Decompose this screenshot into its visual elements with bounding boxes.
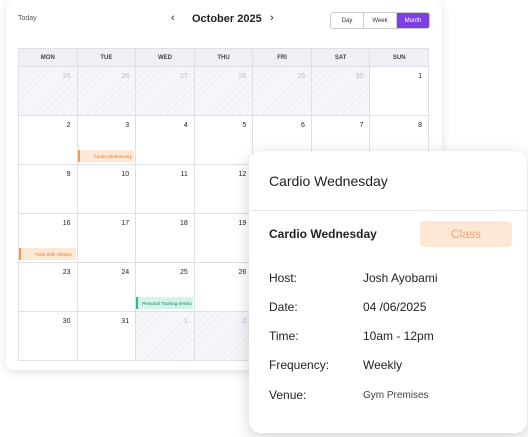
calendar-event[interactable]: Train With Oktilina bbox=[19, 248, 76, 260]
day-number: 1 bbox=[418, 73, 423, 80]
day-number: 12 bbox=[238, 171, 247, 178]
day-cell[interactable]: 24 bbox=[78, 263, 137, 311]
day-number: 1 bbox=[183, 318, 188, 325]
day-number: 16 bbox=[62, 220, 71, 227]
day-cell[interactable]: 1 bbox=[370, 67, 428, 115]
time-row: Time: 10am - 12pm bbox=[269, 329, 509, 347]
day-number: 2 bbox=[242, 318, 247, 325]
venue-label: Venue: bbox=[269, 388, 307, 402]
day-number: 28 bbox=[238, 73, 247, 80]
event-detail-title: Cardio Wednesday bbox=[269, 172, 388, 189]
day-cell[interactable]: 26 bbox=[77, 67, 137, 115]
day-cell[interactable]: 25 Personal Training Sessio bbox=[136, 263, 195, 311]
date-row: Date: 04 /06/2025 bbox=[269, 300, 509, 318]
day-cell[interactable]: 2 bbox=[19, 116, 78, 164]
day-cell[interactable]: 16 Train With Oktilina bbox=[19, 214, 78, 262]
day-number: 24 bbox=[121, 269, 130, 276]
day-cell[interactable]: 19 bbox=[195, 214, 254, 262]
venue-value: Gym Premises bbox=[363, 390, 429, 401]
app-stage: Today ‹ October 2025 › Day Week Month MO… bbox=[0, 0, 528, 437]
venue-row: Venue: Gym Premises bbox=[269, 388, 509, 406]
day-cell[interactable]: 3 Cardio Wednesday bbox=[77, 116, 137, 164]
day-number: 5 bbox=[242, 122, 247, 129]
day-number: 31 bbox=[121, 318, 130, 325]
weekday-label: THU bbox=[195, 49, 254, 66]
day-cell[interactable]: 9 bbox=[19, 165, 78, 213]
event-name: Cardio Wednesday bbox=[269, 227, 377, 241]
view-day-button[interactable]: Day bbox=[331, 13, 364, 28]
day-number: 11 bbox=[180, 171, 188, 178]
weekday-label: WED bbox=[136, 49, 195, 66]
day-number: 2 bbox=[66, 122, 71, 129]
week-row: 25 26 27 28 29 30 1 bbox=[19, 66, 428, 115]
frequency-row: Frequency: Weekly bbox=[269, 358, 509, 376]
day-cell[interactable]: 30 bbox=[19, 312, 78, 360]
day-number: 8 bbox=[418, 122, 423, 129]
day-cell[interactable]: 10 bbox=[78, 165, 137, 213]
date-value: 04 /06/2025 bbox=[363, 300, 427, 314]
day-number: 26 bbox=[121, 73, 130, 80]
day-cell[interactable]: 28 bbox=[194, 67, 254, 115]
chevron-left-icon[interactable]: ‹ bbox=[171, 12, 175, 24]
day-cell[interactable]: 4 bbox=[136, 116, 195, 164]
day-cell[interactable]: 12 bbox=[195, 165, 254, 213]
today-button[interactable]: Today bbox=[18, 15, 37, 22]
day-number: 3 bbox=[125, 122, 130, 129]
day-number: 25 bbox=[62, 73, 71, 80]
day-cell[interactable]: 18 bbox=[136, 214, 195, 262]
day-cell[interactable]: 31 bbox=[78, 312, 137, 360]
weekday-header-row: MON TUE WED THU FRI SAT SUN bbox=[18, 48, 429, 66]
weekday-label: MON bbox=[19, 49, 78, 66]
day-number: 6 bbox=[300, 122, 305, 129]
frequency-label: Frequency: bbox=[269, 358, 330, 372]
chevron-right-icon[interactable]: › bbox=[270, 12, 274, 24]
time-label: Time: bbox=[269, 329, 299, 343]
frequency-value: Weekly bbox=[363, 358, 403, 372]
day-cell[interactable]: 2 bbox=[194, 312, 254, 360]
day-number: 23 bbox=[62, 269, 71, 276]
day-cell[interactable]: 30 bbox=[311, 67, 371, 115]
view-toggle: Day Week Month bbox=[330, 12, 430, 29]
day-cell[interactable]: 1 bbox=[136, 312, 195, 360]
day-number: 29 bbox=[297, 73, 305, 80]
day-number: 4 bbox=[183, 122, 188, 129]
day-number: 27 bbox=[179, 73, 188, 80]
day-number: 7 bbox=[359, 122, 364, 129]
day-number: 9 bbox=[66, 171, 71, 178]
weekday-label: FRI bbox=[253, 49, 312, 66]
day-cell[interactable]: 23 bbox=[19, 263, 78, 311]
day-cell[interactable]: 11 bbox=[136, 165, 195, 213]
calendar-header: Today ‹ October 2025 › Day Week Month bbox=[6, 0, 442, 40]
date-label: Date: bbox=[269, 300, 298, 314]
calendar-event[interactable]: Cardio Wednesday bbox=[77, 150, 135, 162]
day-number: 19 bbox=[238, 220, 247, 227]
day-cell[interactable]: 17 bbox=[78, 214, 137, 262]
weekday-label: SAT bbox=[312, 49, 371, 66]
event-detail-card: Cardio Wednesday Cardio Wednesday Class … bbox=[249, 151, 527, 433]
day-number: 26 bbox=[238, 269, 247, 276]
day-number: 30 bbox=[62, 318, 71, 325]
day-number: 17 bbox=[121, 220, 130, 227]
view-week-button[interactable]: Week bbox=[364, 13, 397, 28]
day-cell[interactable]: 29 bbox=[253, 67, 312, 115]
time-value: 10am - 12pm bbox=[363, 329, 434, 343]
day-cell[interactable]: 27 bbox=[136, 67, 195, 115]
weekday-label: TUE bbox=[78, 49, 137, 66]
day-cell[interactable]: 25 bbox=[19, 67, 78, 115]
day-number: 30 bbox=[355, 73, 364, 80]
event-type-badge: Class bbox=[420, 221, 512, 247]
day-number: 18 bbox=[179, 220, 188, 227]
day-cell[interactable]: 26 bbox=[195, 263, 254, 311]
day-cell[interactable]: 5 bbox=[195, 116, 254, 164]
month-title: October 2025 bbox=[192, 13, 262, 25]
weekday-label: SUN bbox=[392, 54, 406, 61]
host-value: Josh Ayobami bbox=[363, 271, 438, 285]
calendar-event[interactable]: Personal Training Sessio bbox=[136, 297, 193, 309]
event-detail-header: Cardio Wednesday bbox=[249, 151, 527, 211]
day-number: 25 bbox=[179, 269, 188, 276]
day-number: 10 bbox=[121, 171, 130, 178]
host-row: Host: Josh Ayobami bbox=[269, 271, 509, 289]
view-month-button[interactable]: Month bbox=[397, 13, 429, 28]
host-label: Host: bbox=[269, 271, 298, 285]
